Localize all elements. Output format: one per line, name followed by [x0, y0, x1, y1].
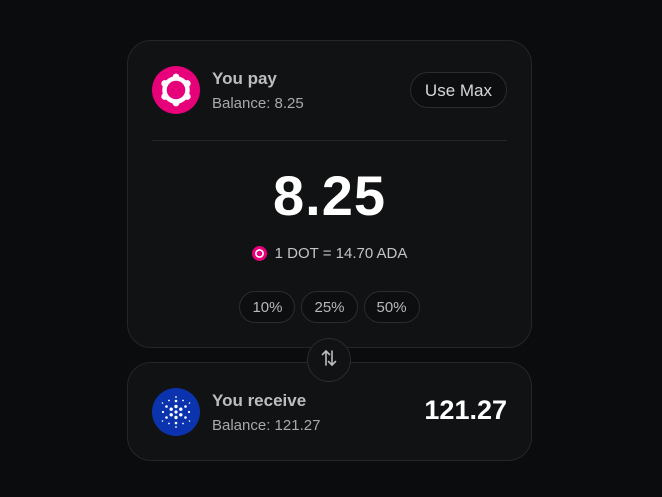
exchange-rate: 1 DOT = 14.70 ADA	[128, 245, 531, 262]
divider	[152, 140, 507, 141]
pay-balance: Balance: 8.25	[212, 95, 304, 112]
polkadot-icon	[152, 66, 200, 114]
receive-balance: Balance: 121.27	[212, 417, 321, 434]
receive-amount: 121.27	[424, 395, 507, 425]
pay-card: You pay Balance: 8.25 Use Max 8.25 1 DOT…	[127, 40, 532, 348]
exchange-rate-text: 1 DOT = 14.70 ADA	[274, 245, 408, 262]
polkadot-icon	[251, 246, 267, 261]
percent-50-button[interactable]: 50%	[363, 291, 420, 323]
swap-arrows-icon	[319, 348, 339, 373]
percent-options: 10% 25% 50%	[128, 291, 531, 323]
use-max-button[interactable]: Use Max	[409, 72, 507, 108]
receive-label: You receive	[212, 391, 307, 410]
percent-25-button[interactable]: 25%	[301, 291, 358, 323]
swap-direction-button[interactable]	[307, 338, 351, 382]
swap-widget: You pay Balance: 8.25 Use Max 8.25 1 DOT…	[0, 0, 662, 497]
cardano-icon	[152, 388, 200, 436]
pay-amount-input[interactable]: 8.25	[128, 163, 531, 228]
percent-10-button[interactable]: 10%	[239, 291, 296, 323]
pay-label: You pay	[212, 69, 277, 88]
